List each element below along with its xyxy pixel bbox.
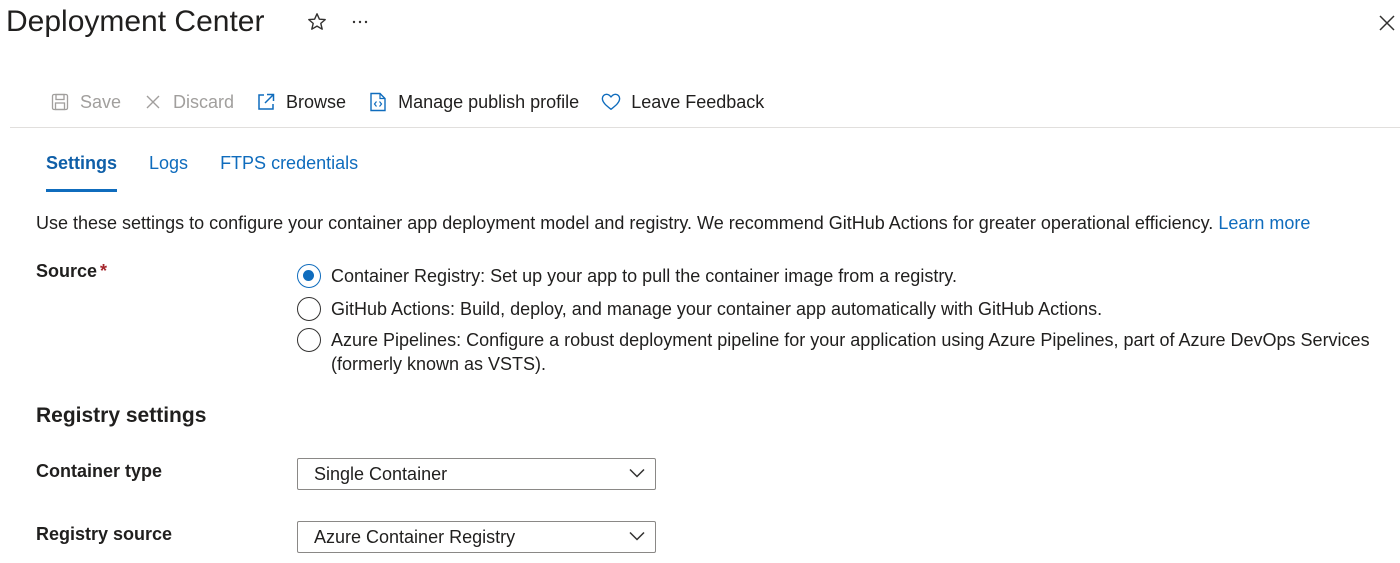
command-bar: Save Discard Browse Manage publish profi… (50, 88, 786, 116)
tab-ftps-credentials[interactable]: FTPS credentials (220, 150, 358, 194)
registry-source-label: Registry source (36, 524, 173, 544)
registry-settings-heading: Registry settings (36, 404, 207, 427)
registry-source-value: Azure Container Registry (314, 526, 516, 547)
radio-label-github-actions: GitHub Actions: Build, deploy, and manag… (331, 299, 1103, 319)
save-button[interactable]: Save (50, 92, 121, 113)
discard-label: Discard (173, 91, 235, 112)
radio-label-container-registry: Container Registry: Set up your app to p… (331, 266, 957, 286)
tab-settings[interactable]: Settings (46, 150, 118, 194)
manage-publish-profile-label: Manage publish profile (398, 91, 580, 112)
description: Use these settings to configure your con… (36, 211, 1310, 235)
open-external-icon (256, 92, 276, 112)
radio-button[interactable] (297, 328, 321, 352)
source-label: Source * (36, 261, 107, 282)
tab-logs[interactable]: Logs (149, 150, 188, 194)
toolbar-divider (10, 127, 1400, 128)
page-title: Deployment Center (6, 5, 265, 38)
close-icon[interactable] (1376, 12, 1398, 34)
container-type-dropdown[interactable]: Single Container (297, 458, 656, 490)
radio-button[interactable] (297, 297, 321, 321)
chevron-down-icon (629, 528, 645, 546)
source-label-text: Source (36, 261, 98, 281)
manage-publish-profile-button[interactable]: Manage publish profile (368, 92, 579, 113)
leave-feedback-label: Leave Feedback (631, 91, 765, 112)
discard-icon (143, 92, 163, 112)
radio-azure-pipelines[interactable]: Azure Pipelines: Configure a robust depl… (297, 328, 1391, 376)
ellipsis-icon[interactable] (350, 10, 370, 34)
radio-github-actions[interactable]: GitHub Actions: Build, deploy, and manag… (297, 297, 1391, 321)
radio-button-checked[interactable] (297, 264, 321, 288)
chevron-down-icon (629, 465, 645, 483)
radio-container-registry[interactable]: Container Registry: Set up your app to p… (297, 264, 1391, 288)
required-indicator: * (100, 261, 108, 281)
container-type-value: Single Container (314, 463, 448, 484)
learn-more-link[interactable]: Learn more (1218, 213, 1310, 233)
tab-list: Settings Logs FTPS credentials (46, 150, 390, 194)
star-outline-icon[interactable] (306, 10, 328, 34)
save-icon (50, 92, 70, 112)
leave-feedback-button[interactable]: Leave Feedback (601, 92, 764, 113)
container-type-label: Container type (36, 461, 163, 481)
heart-icon (601, 92, 621, 112)
save-label: Save (80, 91, 122, 112)
code-file-icon (368, 92, 388, 112)
browse-button[interactable]: Browse (256, 92, 346, 113)
radio-label-azure-pipelines: Azure Pipelines: Configure a robust depl… (331, 330, 1370, 374)
discard-button[interactable]: Discard (143, 92, 234, 113)
browse-label: Browse (286, 91, 347, 112)
registry-source-dropdown[interactable]: Azure Container Registry (297, 521, 656, 553)
description-text: Use these settings to configure your con… (36, 213, 1214, 233)
